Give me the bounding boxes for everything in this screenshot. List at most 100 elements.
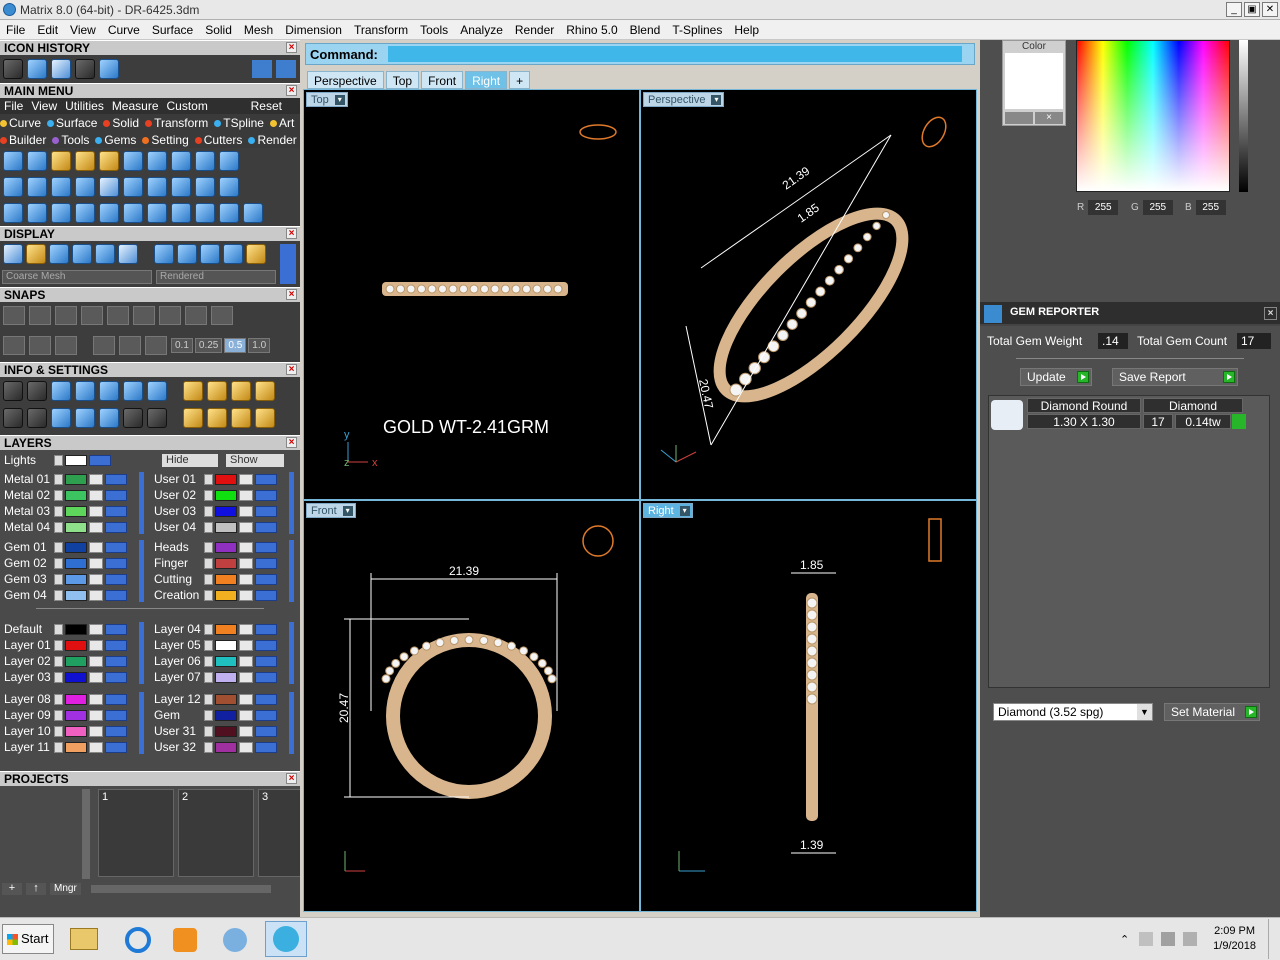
layer-name[interactable]: Metal 04: [4, 520, 54, 535]
layer-visibility-toggle[interactable]: [105, 506, 127, 518]
layer-color-swatch[interactable]: [215, 474, 237, 486]
layer-visibility-toggle[interactable]: [255, 624, 277, 636]
expand-icon[interactable]: [204, 726, 213, 738]
tool-icon[interactable]: [27, 177, 47, 197]
doc-icon[interactable]: [147, 408, 167, 428]
history-back-icon[interactable]: [252, 60, 272, 78]
layer-name[interactable]: Gem 01: [4, 540, 54, 555]
tool-icon[interactable]: [255, 408, 275, 428]
expand-icon[interactable]: [204, 694, 213, 706]
tab-right[interactable]: Right: [465, 71, 508, 89]
layer-name[interactable]: User 01: [154, 472, 204, 487]
chevron-up-icon[interactable]: ⌃: [1120, 933, 1129, 946]
tool-icon[interactable]: [183, 381, 203, 401]
layer-name[interactable]: Layer 12: [154, 692, 204, 707]
layer-row[interactable]: Finger: [154, 556, 277, 571]
tab-perspective[interactable]: Perspective: [307, 71, 384, 89]
layer-row[interactable]: Default: [4, 622, 127, 637]
menu-view[interactable]: View: [64, 23, 102, 37]
box-icon[interactable]: [75, 381, 95, 401]
wireframe-icon[interactable]: [3, 244, 23, 264]
layer-visibility-toggle[interactable]: [105, 542, 127, 554]
layer-color-swatch[interactable]: [65, 522, 87, 534]
main-menu-custom[interactable]: Custom: [163, 99, 212, 113]
edit-icon[interactable]: [123, 381, 143, 401]
menu-analyze[interactable]: Analyze: [454, 23, 509, 37]
set-material-button[interactable]: Set Material: [1164, 703, 1260, 721]
layer-visibility-toggle[interactable]: [105, 694, 127, 706]
color-wheel-icon[interactable]: [1005, 112, 1033, 124]
rendered-icon[interactable]: [72, 244, 92, 264]
lock-icon[interactable]: [239, 542, 253, 554]
lock-icon[interactable]: [239, 640, 253, 652]
snap-int-icon[interactable]: [133, 306, 155, 325]
main-menu-utilities[interactable]: Utilities: [61, 99, 108, 113]
layer-color-swatch[interactable]: [65, 624, 87, 636]
layer-name[interactable]: Layer 05: [154, 638, 204, 653]
menu-dimension[interactable]: Dimension: [279, 23, 348, 37]
layer-name[interactable]: Gem 02: [4, 556, 54, 571]
project-slot[interactable]: 1: [98, 789, 174, 877]
lock-icon[interactable]: [89, 710, 103, 722]
layer-row[interactable]: Gem 04: [4, 588, 127, 603]
layer-visibility-toggle[interactable]: [105, 574, 127, 586]
expand-icon[interactable]: [54, 574, 63, 586]
tool-icon[interactable]: [123, 177, 143, 197]
viewport-top[interactable]: y x z GOLD WT-2.41GRM Top ▾: [303, 89, 640, 500]
tool-icon[interactable]: [195, 177, 215, 197]
paint-icon[interactable]: [214, 921, 256, 957]
lock-icon[interactable]: [239, 474, 253, 486]
layer-color-swatch[interactable]: [215, 542, 237, 554]
show-button[interactable]: Show: [226, 454, 284, 467]
explorer-icon[interactable]: [63, 921, 105, 957]
tool-icon[interactable]: [3, 203, 23, 223]
expand-icon[interactable]: [204, 640, 213, 652]
layer-name[interactable]: Finger: [154, 556, 204, 571]
expand-icon[interactable]: [54, 656, 63, 668]
tool-icon[interactable]: [147, 203, 167, 223]
layer-color-swatch[interactable]: [65, 640, 87, 652]
expand-icon[interactable]: [204, 474, 213, 486]
layer-row[interactable]: Layer 04: [154, 622, 277, 637]
expand-icon[interactable]: [204, 710, 213, 722]
expand-icon[interactable]: [54, 672, 63, 684]
menu-surface[interactable]: Surface: [146, 23, 199, 37]
tool-icon[interactable]: [183, 408, 203, 428]
category-tspline[interactable]: TSpline: [214, 116, 267, 130]
tool-icon[interactable]: [219, 151, 239, 171]
lock-icon[interactable]: [89, 490, 103, 502]
expand-icon[interactable]: [54, 490, 63, 502]
layer-visibility-toggle[interactable]: [105, 726, 127, 738]
layer-color-swatch[interactable]: [215, 656, 237, 668]
layer-name[interactable]: Default: [4, 622, 54, 637]
lock-icon[interactable]: [239, 490, 253, 502]
menu-tools[interactable]: Tools: [414, 23, 454, 37]
main-menu-measure[interactable]: Measure: [108, 99, 163, 113]
tool-icon[interactable]: [75, 151, 95, 171]
layer-visibility-toggle[interactable]: [255, 694, 277, 706]
close-icon[interactable]: ×: [286, 42, 297, 53]
layer-row[interactable]: Metal 03: [4, 504, 127, 519]
expand-icon[interactable]: [54, 522, 63, 534]
snap-icon[interactable]: [145, 336, 167, 355]
menu-t-splines[interactable]: T-Splines: [666, 23, 728, 37]
layer-color-swatch[interactable]: [215, 742, 237, 754]
layer-row[interactable]: Layer 11: [4, 740, 127, 755]
ie-icon[interactable]: [116, 921, 158, 957]
snap-quad-icon[interactable]: [211, 306, 233, 325]
lock-icon[interactable]: [89, 542, 103, 554]
lock-icon[interactable]: [239, 522, 253, 534]
layers-icon[interactable]: [51, 381, 71, 401]
material-icon[interactable]: [177, 244, 197, 264]
layer-name[interactable]: Layer 08: [4, 692, 54, 707]
tool-icon[interactable]: [51, 203, 71, 223]
layer-row[interactable]: Gem 02: [4, 556, 127, 571]
green-input[interactable]: 255: [1142, 200, 1173, 215]
layer-row[interactable]: Layer 10: [4, 724, 127, 739]
layer-name[interactable]: Gem 03: [4, 572, 54, 587]
snap-end-icon[interactable]: [3, 306, 25, 325]
layer-row[interactable]: Cutting: [154, 572, 277, 587]
menu-file[interactable]: File: [0, 23, 31, 37]
layer-color-swatch[interactable]: [65, 726, 87, 738]
layer-color-swatch[interactable]: [215, 694, 237, 706]
